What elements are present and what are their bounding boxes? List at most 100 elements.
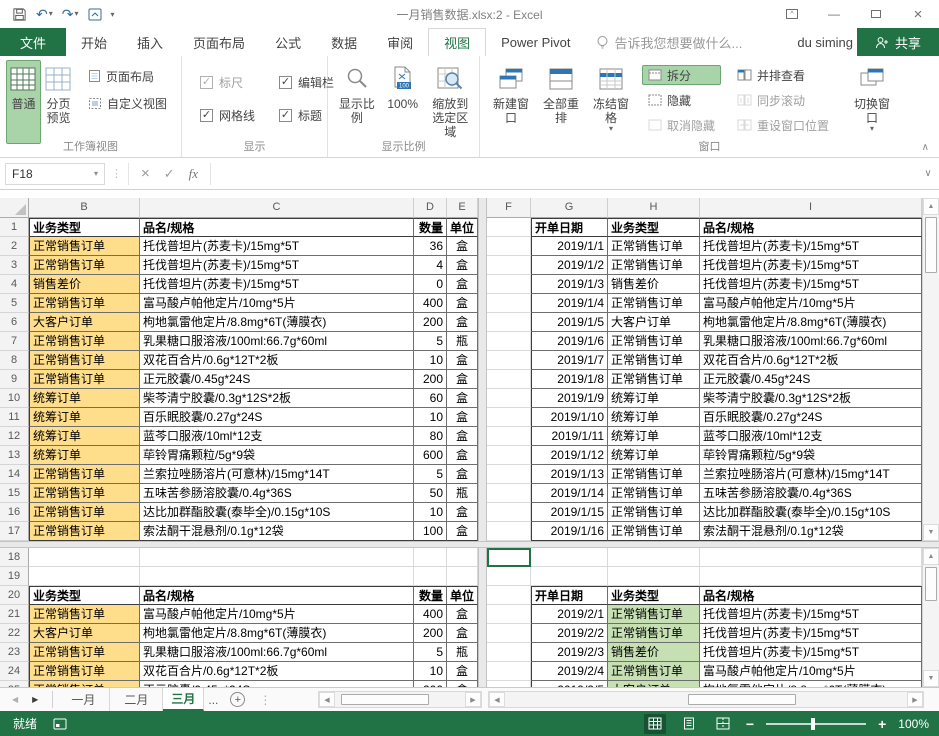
cell[interactable] — [487, 389, 531, 408]
cell[interactable]: 5 — [414, 332, 447, 351]
scrollbar-thumb[interactable] — [341, 694, 429, 705]
cell[interactable]: 盒 — [447, 256, 478, 275]
restore-icon[interactable] — [855, 0, 897, 28]
cell[interactable]: 达比加群酯胶囊(泰毕全)/0.15g*10S — [140, 503, 414, 522]
cell[interactable]: 蓝芩口服液/10ml*12支 — [700, 427, 922, 446]
scroll-left-icon[interactable]: ◀ — [319, 692, 335, 707]
column-header-F[interactable]: F — [487, 198, 531, 218]
cell[interactable]: 统筹订单 — [608, 408, 700, 427]
cell[interactable]: 正元胶囊/0.45g*24S — [140, 370, 414, 389]
cell[interactable]: 百乐眠胶囊/0.27g*24S — [140, 408, 414, 427]
tab-review[interactable]: 审阅 — [372, 28, 428, 56]
cell[interactable]: 2019/1/3 — [531, 275, 608, 294]
cell[interactable]: 柴芩清宁胶囊/0.3g*12S*2板 — [700, 389, 922, 408]
cell[interactable]: 乳果糖口服溶液/100ml:66.7g*60ml — [140, 332, 414, 351]
cell[interactable]: 单位 — [447, 586, 478, 605]
cell[interactable]: 正常销售订单 — [29, 465, 140, 484]
scroll-left-icon[interactable]: ◀ — [489, 692, 505, 707]
cell[interactable] — [487, 256, 531, 275]
cell[interactable]: 盒 — [447, 465, 478, 484]
cell[interactable]: 正常销售订单 — [29, 662, 140, 681]
row-header-16[interactable]: 16 — [0, 503, 29, 522]
row-header-19[interactable]: 19 — [0, 567, 29, 586]
cell[interactable]: 正常销售订单 — [608, 351, 700, 370]
row-header-22[interactable]: 22 — [0, 624, 29, 643]
tab-home[interactable]: 开始 — [66, 28, 122, 56]
cell[interactable]: 盒 — [447, 624, 478, 643]
cell[interactable]: 2019/1/15 — [531, 503, 608, 522]
cell[interactable]: 2019/1/1 — [531, 237, 608, 256]
cell[interactable] — [447, 567, 478, 586]
cell[interactable]: 正常销售订单 — [608, 662, 700, 681]
horizontal-split-bar[interactable] — [0, 541, 939, 548]
column-header-D[interactable]: D — [414, 198, 447, 218]
cell[interactable] — [487, 275, 531, 294]
column-header-H[interactable]: H — [608, 198, 700, 218]
cell[interactable]: 2019/1/16 — [531, 522, 608, 541]
scroll-up-icon[interactable]: ▲ — [923, 198, 939, 215]
cell[interactable]: 正常销售订单 — [29, 332, 140, 351]
cell[interactable] — [487, 624, 531, 643]
cell[interactable]: 2019/2/4 — [531, 662, 608, 681]
cell[interactable] — [487, 484, 531, 503]
cell[interactable]: 数量 — [414, 586, 447, 605]
cell[interactable]: 正常销售订单 — [608, 237, 700, 256]
cell[interactable]: 开单日期 — [531, 586, 608, 605]
tab-file[interactable]: 文件 — [0, 28, 66, 56]
cell[interactable] — [487, 567, 531, 586]
row-header-3[interactable]: 3 — [0, 256, 29, 275]
cell[interactable]: 五味苦参肠溶胶囊/0.4g*36S — [140, 484, 414, 503]
cell[interactable]: 乳果糖口服溶液/100ml:66.7g*60ml — [140, 643, 414, 662]
cell[interactable]: 销售差价 — [608, 275, 700, 294]
cell[interactable]: 正常销售订单 — [608, 605, 700, 624]
hide-button[interactable]: 隐藏 — [642, 90, 721, 110]
cell[interactable]: 盒 — [447, 662, 478, 681]
cell[interactable] — [700, 567, 922, 586]
cell[interactable]: 双花百合片/0.6g*12T*2板 — [140, 351, 414, 370]
cell[interactable]: 托伐普坦片(苏麦卡)/15mg*5T — [700, 643, 922, 662]
cell[interactable]: 盒 — [447, 351, 478, 370]
save-icon[interactable] — [12, 7, 27, 22]
cell[interactable] — [487, 332, 531, 351]
view-side-by-side-button[interactable]: 并排查看 — [731, 65, 835, 85]
cell[interactable]: 单位 — [447, 218, 478, 237]
cell[interactable]: 瓶 — [447, 332, 478, 351]
touch-mode-icon[interactable] — [88, 8, 102, 21]
cell[interactable]: 正常销售订单 — [29, 605, 140, 624]
row-header-17[interactable]: 17 — [0, 522, 29, 541]
vertical-scrollbar-top[interactable]: ▲ ▼ — [922, 198, 939, 541]
cell[interactable]: 36 — [414, 237, 447, 256]
cell[interactable]: 统筹订单 — [608, 427, 700, 446]
scrollbar-thumb[interactable] — [925, 217, 937, 273]
cell[interactable]: 统筹订单 — [29, 389, 140, 408]
cell[interactable]: 80 — [414, 427, 447, 446]
cell[interactable]: 2019/1/9 — [531, 389, 608, 408]
cell[interactable]: 富马酸卢帕他定片/10mg*5片 — [140, 605, 414, 624]
cell[interactable] — [487, 294, 531, 313]
cell[interactable] — [487, 605, 531, 624]
cell[interactable]: 200 — [414, 624, 447, 643]
cell[interactable] — [414, 548, 447, 567]
expand-formula-bar-icon[interactable]: ∨ — [917, 168, 939, 179]
scrollbar-thumb[interactable] — [688, 694, 796, 705]
column-header-G[interactable]: G — [531, 198, 608, 218]
cell[interactable]: 富马酸卢帕他定片/10mg*5片 — [700, 294, 922, 313]
page-layout-view-shortcut-icon[interactable] — [678, 714, 700, 734]
cell[interactable]: 荜铃胃痛颗粒/5g*9袋 — [140, 446, 414, 465]
sheet-tab-overflow[interactable]: ... — [204, 688, 222, 711]
cell[interactable]: 统筹订单 — [608, 446, 700, 465]
cell[interactable]: 盒 — [447, 522, 478, 541]
row-header-4[interactable]: 4 — [0, 275, 29, 294]
cell[interactable]: 品名/规格 — [140, 218, 414, 237]
cell[interactable]: 盒 — [447, 389, 478, 408]
cell[interactable]: 枸地氯雷他定片/8.8mg*6T(薄膜衣) — [140, 313, 414, 332]
cell[interactable]: 10 — [414, 408, 447, 427]
cell[interactable]: 大客户订单 — [29, 313, 140, 332]
zoom-slider[interactable] — [766, 723, 866, 725]
zoom-to-selection-button[interactable]: 缩放到选定区域 — [426, 60, 475, 144]
cell[interactable]: 托伐普坦片(苏麦卡)/15mg*5T — [700, 605, 922, 624]
cell[interactable] — [487, 351, 531, 370]
cell[interactable]: 正常销售订单 — [608, 503, 700, 522]
cell[interactable]: 2019/1/10 — [531, 408, 608, 427]
cell[interactable]: 正常销售订单 — [29, 522, 140, 541]
